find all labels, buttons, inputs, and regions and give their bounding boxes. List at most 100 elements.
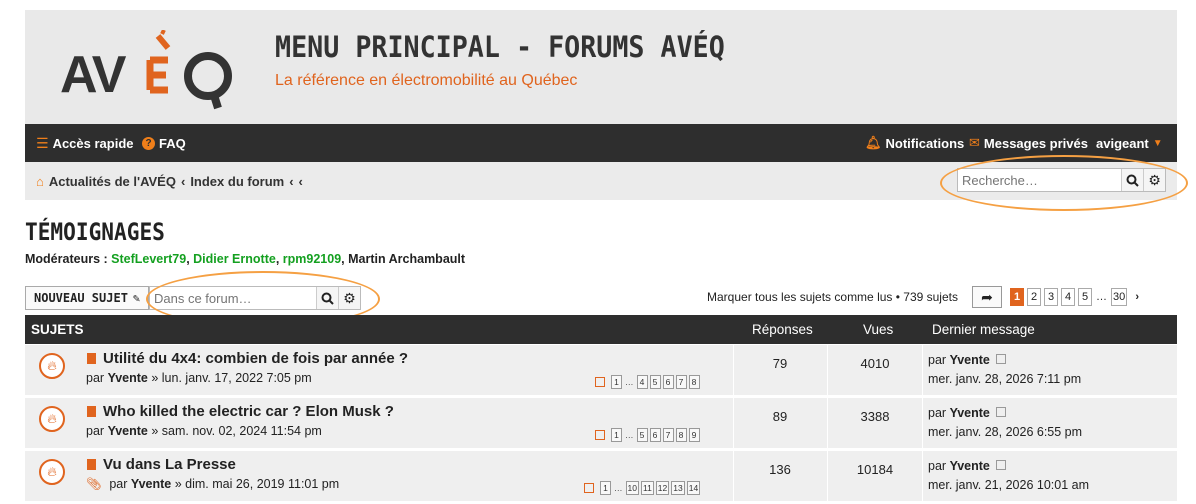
last-post-info: par Yvente mer. janv. 28, 2026 7:11 pm xyxy=(928,351,1081,389)
new-topic-button[interactable]: NOUVEAU SUJET ✎ xyxy=(25,286,150,310)
jump-to-page-button[interactable]: ➦ xyxy=(972,286,1002,308)
last-author-link[interactable]: Yvente xyxy=(950,353,990,367)
question-icon: ? xyxy=(142,136,155,150)
page-link[interactable]: 5 xyxy=(1078,288,1092,306)
page-link[interactable]: 9 xyxy=(688,428,700,442)
by-label: par xyxy=(86,424,105,438)
column-divider xyxy=(922,451,923,501)
topic-title-wrap: Who killed the electric car ? Elon Musk … xyxy=(87,403,394,420)
reply-count: 89 xyxy=(772,409,788,424)
page-link[interactable]: 12 xyxy=(655,481,670,495)
page-link[interactable]: 5 xyxy=(636,428,648,442)
column-topics: SUJETS xyxy=(31,322,84,337)
topic-meta: 📎︎ par Yvente » dim. mai 26, 2019 11:01 … xyxy=(86,477,339,492)
quick-access-menu[interactable]: ☰ Accès rapide xyxy=(36,124,134,162)
breadcrumb-home[interactable]: Actualités de l'AVÉQ xyxy=(49,174,176,189)
page-link[interactable]: 4 xyxy=(1061,288,1075,306)
site-header: AV MENU PRINCIPAL - FORUMS AVÉQ La référ… xyxy=(25,10,1177,124)
view-count: 3388 xyxy=(860,409,890,424)
gear-icon: ⚙ xyxy=(1148,171,1161,188)
quick-access-label: Accès rapide xyxy=(52,135,134,151)
column-divider xyxy=(922,345,923,395)
private-messages-link[interactable]: ✉ Messages privés xyxy=(969,124,1088,162)
page-link[interactable]: 30 xyxy=(1111,288,1128,306)
column-divider xyxy=(827,398,828,448)
go-to-post-icon[interactable] xyxy=(996,407,1007,417)
page-link[interactable]: 5 xyxy=(649,375,661,389)
inbox-icon: ✉ xyxy=(969,135,980,150)
breadcrumb-index[interactable]: Index du forum xyxy=(190,174,284,189)
topics-table-header: SUJETS Réponses Vues Dernier message xyxy=(25,315,1177,344)
page-link[interactable]: 1 xyxy=(1010,288,1024,306)
reply-count: 136 xyxy=(769,462,791,477)
forum-search-input[interactable] xyxy=(150,287,316,309)
last-author-link[interactable]: Yvente xyxy=(950,459,990,473)
mark-all-read-link[interactable]: Marquer tous les sujets comme lus • 739 … xyxy=(707,290,958,304)
page-ellipsis: … xyxy=(625,430,634,440)
page-link[interactable]: 1 xyxy=(611,375,622,389)
page-link[interactable]: 2 xyxy=(1027,288,1041,306)
topic-title-link[interactable]: Vu dans La Presse xyxy=(103,456,236,473)
notifications-label: Notifications xyxy=(885,135,965,151)
view-count: 4010 xyxy=(860,356,890,371)
last-post-date: mer. janv. 21, 2026 10:01 am xyxy=(928,478,1089,492)
page-link[interactable]: 7 xyxy=(662,428,674,442)
last-post-info: par Yvente mer. janv. 28, 2026 6:55 pm xyxy=(928,404,1082,442)
column-views: Vues xyxy=(863,322,894,337)
page-link[interactable]: 8 xyxy=(675,428,687,442)
page-link[interactable]: 4 xyxy=(636,375,648,389)
page-link[interactable]: 1 xyxy=(611,428,622,442)
page-link[interactable]: 6 xyxy=(662,375,674,389)
pages-icon xyxy=(584,483,594,493)
gear-icon: ⚙ xyxy=(343,289,356,306)
topic-date: » dim. mai 26, 2019 11:01 pm xyxy=(174,477,340,491)
forum-advanced-search-button[interactable]: ⚙ xyxy=(337,287,360,309)
column-divider xyxy=(827,345,828,395)
go-to-post-icon[interactable] xyxy=(996,460,1007,470)
go-to-post-icon[interactable] xyxy=(996,354,1007,364)
breadcrumb-separator: ‹ xyxy=(180,173,186,189)
next-page-icon[interactable]: › xyxy=(1130,288,1144,306)
faq-link[interactable]: ? FAQ xyxy=(142,124,186,162)
moderator-link[interactable]: Martin Archambault xyxy=(348,252,465,266)
faq-label: FAQ xyxy=(159,135,186,151)
moderator-link[interactable]: Didier Ernotte xyxy=(193,252,276,266)
page-link[interactable]: 3 xyxy=(1044,288,1058,306)
search-icon xyxy=(321,292,334,305)
notifications-link[interactable]: 🔔︎ Notifications xyxy=(865,124,964,162)
column-divider xyxy=(827,451,828,501)
page-link[interactable]: 1 xyxy=(600,481,611,495)
page-link[interactable]: 14 xyxy=(686,481,701,495)
topic-meta: par Yvente » sam. nov. 02, 2024 11:54 pm xyxy=(86,424,322,438)
site-subtitle: La référence en électromobilité au Québe… xyxy=(275,72,578,89)
forum-title: TÉMOIGNAGES xyxy=(25,218,165,246)
page-link[interactable]: 13 xyxy=(671,481,685,495)
topic-meta: par Yvente » lun. janv. 17, 2022 7:05 pm xyxy=(86,371,312,385)
site-search-input[interactable] xyxy=(958,169,1122,191)
advanced-search-button[interactable]: ⚙ xyxy=(1143,169,1165,191)
last-author-link[interactable]: Yvente xyxy=(950,406,990,420)
search-button[interactable] xyxy=(1121,169,1144,191)
page-ellipsis: … xyxy=(625,377,634,387)
topic-title-link[interactable]: Who killed the electric car ? Elon Musk … xyxy=(103,403,394,420)
user-menu[interactable]: avigeant ▼ xyxy=(1096,124,1163,162)
page-link[interactable]: 10 xyxy=(625,481,639,495)
topic-row: 🔥︎ Utilité du 4x4: combien de fois par a… xyxy=(25,345,1177,398)
page-link[interactable]: 8 xyxy=(688,375,700,389)
forum-search-button[interactable] xyxy=(315,287,338,309)
topic-file-icon xyxy=(87,353,96,364)
aveq-logo[interactable]: AV xyxy=(58,30,238,110)
topic-file-icon xyxy=(87,406,96,417)
column-divider xyxy=(733,345,734,395)
moderator-link[interactable]: StefLevert79 xyxy=(111,252,186,266)
page-link[interactable]: 6 xyxy=(649,428,661,442)
topic-date: » lun. janv. 17, 2022 7:05 pm xyxy=(151,371,312,385)
author-link[interactable]: Yvente xyxy=(108,424,148,438)
author-link[interactable]: Yvente xyxy=(131,477,171,491)
page-link[interactable]: 11 xyxy=(640,481,654,495)
caret-down-icon: ▼ xyxy=(1152,137,1163,149)
moderator-link[interactable]: rpm92109 xyxy=(283,252,341,266)
author-link[interactable]: Yvente xyxy=(108,371,148,385)
topic-title-link[interactable]: Utilité du 4x4: combien de fois par anné… xyxy=(103,350,408,367)
page-link[interactable]: 7 xyxy=(675,375,687,389)
